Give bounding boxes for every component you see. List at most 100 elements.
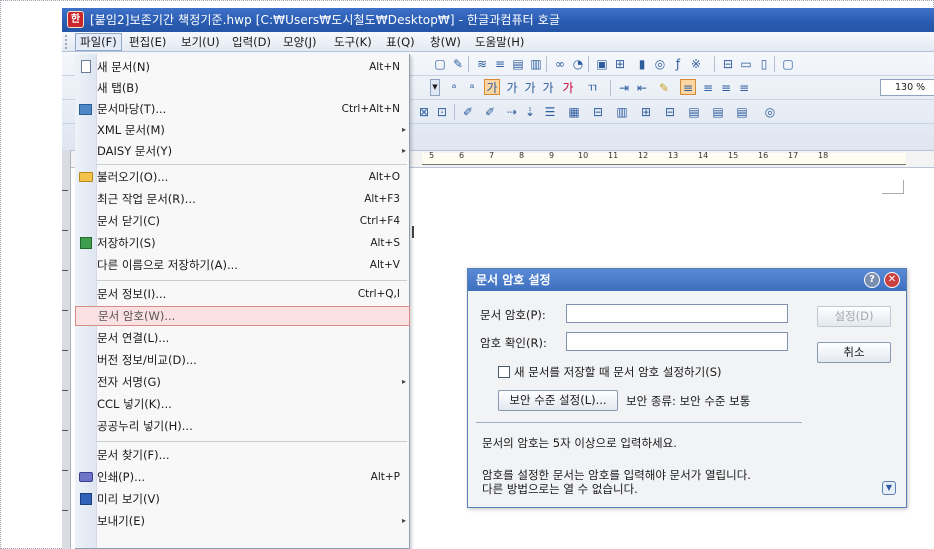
grid3-icon[interactable]: ▤ <box>734 104 750 120</box>
edit-icon[interactable]: ✎ <box>450 56 466 72</box>
set-password-on-save-checkbox[interactable] <box>498 366 510 378</box>
menu-item-document-link[interactable]: 문서 연결(L)... <box>75 328 410 348</box>
font-size-dropdown[interactable]: ▼ <box>430 79 440 96</box>
indent-icon[interactable]: ⇥ <box>616 80 632 96</box>
split-icon[interactable]: ⊟ <box>662 104 678 120</box>
menu-view[interactable]: 보기(U) <box>177 33 224 51</box>
menu-item-insert-ccl[interactable]: CCL 넣기(K)... <box>75 394 410 414</box>
menu-item-find-document[interactable]: 문서 찾기(F)... <box>75 445 410 465</box>
menu-window[interactable]: 창(W) <box>426 33 465 51</box>
cancel-button[interactable]: 취소 <box>817 342 891 363</box>
menu-tools[interactable]: 도구(K) <box>330 33 376 51</box>
outdent-icon[interactable]: ⇤ <box>634 80 650 96</box>
paragraph-icon[interactable]: ≡ <box>492 56 508 72</box>
menu-item-recent-documents[interactable]: 최근 작업 문서(R)... Alt+F3 <box>75 189 410 209</box>
set-button[interactable]: 설정(D) <box>817 306 891 327</box>
char-shape-icon[interactable]: ㄲ <box>584 80 600 96</box>
menu-item-new-document[interactable]: 새 문서(N) Alt+N <box>75 57 410 77</box>
menu-item-close-document[interactable]: 문서 닫기(C) Ctrl+F4 <box>75 211 410 231</box>
menu-item-templates[interactable]: 문서마당(T)... Ctrl+Alt+N <box>75 99 410 119</box>
style-icon[interactable]: ≋ <box>474 56 490 72</box>
menu-insert[interactable]: 입력(D) <box>228 33 275 51</box>
align-right-icon[interactable]: ≡ <box>736 80 752 96</box>
line-style-icon[interactable]: ☰ <box>542 104 558 120</box>
password-input[interactable] <box>566 304 788 323</box>
chart-icon[interactable]: ▮ <box>634 56 650 72</box>
frame-icon[interactable]: ▯ <box>756 56 772 72</box>
cell-icon[interactable]: ▥ <box>614 104 630 120</box>
dialog-title-bar[interactable]: 문서 암호 설정 ? ✕ <box>468 269 906 291</box>
eraser-icon[interactable]: ✐ <box>482 104 498 120</box>
help-icon[interactable]: ? <box>864 272 880 288</box>
formula-icon[interactable]: ƒ <box>670 56 686 72</box>
menu-item-insert-kogl[interactable]: 공공누리 넣기(H)... <box>75 416 410 436</box>
page-icon[interactable]: ▭ <box>738 56 754 72</box>
pen-icon[interactable]: ✐ <box>460 104 476 120</box>
confirm-password-input[interactable] <box>566 332 788 351</box>
menu-item-document-info[interactable]: 문서 정보(I)... Ctrl+Q,I <box>75 284 410 304</box>
expand-icon[interactable]: ⊡ <box>434 104 450 120</box>
menu-item-print-preview[interactable]: 미리 보기(V) <box>75 489 410 509</box>
menu-item-save[interactable]: 저장하기(S) Alt+S <box>75 233 410 253</box>
menu-item-print[interactable]: 인쇄(P)... Alt+P <box>75 467 410 487</box>
menu-help[interactable]: 도움말(H) <box>471 33 528 51</box>
font-size-increase-icon[interactable]: ᵃ <box>446 80 462 96</box>
align-left-icon[interactable]: ≡ <box>700 80 716 96</box>
menu-edit[interactable]: 편집(E) <box>125 33 170 51</box>
strikethrough-icon[interactable]: 가 <box>540 80 556 96</box>
menu-item-new-tab[interactable]: 새 탭(B) <box>75 78 410 98</box>
bookmark-icon[interactable]: ◔ <box>570 56 586 72</box>
hancom-app-icon[interactable]: 한 <box>67 11 84 28</box>
menu-table[interactable]: 표(Q) <box>382 33 419 51</box>
expand-options-icon[interactable]: ▼ <box>882 481 896 495</box>
menu-item-digital-signature[interactable]: 전자 서명(G) ▸ <box>75 372 410 392</box>
table-icon[interactable]: ⊞ <box>612 56 628 72</box>
columns-icon[interactable]: ▥ <box>528 56 544 72</box>
zoom-level-box[interactable]: 130 % <box>880 79 934 96</box>
menu-item-document-password[interactable]: 문서 암호(W)... <box>75 306 410 326</box>
highlight-icon[interactable]: ✎ <box>656 80 672 96</box>
monitor-icon[interactable]: ▢ <box>780 56 796 72</box>
toolbar-separator <box>714 56 715 72</box>
security-level-button[interactable]: 보안 수준 설정(L)... <box>498 390 618 411</box>
close-icon[interactable]: ✕ <box>884 272 900 288</box>
menu-format[interactable]: 모양(J) <box>279 33 321 51</box>
ruler-tick <box>62 310 68 311</box>
search-icon[interactable]: ◎ <box>762 104 778 120</box>
menu-item-xml-document[interactable]: XML 문서(M) ▸ <box>75 120 410 140</box>
grid-icon[interactable]: ▤ <box>686 104 702 120</box>
menu-item-save-as[interactable]: 다른 이름으로 저장하기(A)... Alt+V <box>75 255 410 275</box>
italic-icon[interactable]: 가 <box>504 80 520 96</box>
underline-icon[interactable]: 가 <box>522 80 538 96</box>
vertical-ruler[interactable] <box>62 150 71 549</box>
font-color-icon[interactable]: 가 <box>560 80 576 96</box>
align-justify-icon[interactable]: ≡ <box>680 79 696 95</box>
align-center-icon[interactable]: ≡ <box>718 80 734 96</box>
menu-item-daisy-document[interactable]: DAISY 문서(Y) ▸ <box>75 141 410 161</box>
insert-row-icon[interactable]: ⇢ <box>504 104 520 120</box>
menu-file[interactable]: 파일(F) <box>75 33 122 51</box>
symbol-icon[interactable]: ※ <box>688 56 704 72</box>
insert-column-icon[interactable]: ⇣ <box>522 104 538 120</box>
font-size-decrease-icon[interactable]: ᵃ <box>464 80 480 96</box>
picture-icon[interactable]: ▣ <box>594 56 610 72</box>
grid2-icon[interactable]: ▤ <box>710 104 726 120</box>
fill-icon[interactable]: ▦ <box>566 104 582 120</box>
menu-item-label: 문서 정보(I)... <box>97 287 167 301</box>
link-icon[interactable]: ∞ <box>552 56 568 72</box>
menubar-grip[interactable] <box>65 35 68 49</box>
bold-icon[interactable]: 가 <box>484 79 500 95</box>
menu-item-open[interactable]: 불러오기(O)... Alt+O <box>75 167 410 187</box>
menu-item-label: CCL 넣기(K)... <box>97 397 172 411</box>
border-icon[interactable]: ⊟ <box>590 104 606 120</box>
layout-icon[interactable]: ⊟ <box>720 56 736 72</box>
merge-icon[interactable]: ⊞ <box>638 104 654 120</box>
shape-icon[interactable]: ◎ <box>652 56 668 72</box>
new-icon[interactable]: ▢ <box>432 56 448 72</box>
save-icon <box>80 237 92 249</box>
menu-item-version-info[interactable]: 버전 정보/비교(D)... <box>75 350 410 370</box>
menu-item-send[interactable]: 보내기(E) ▸ <box>75 511 410 531</box>
menu-item-label: 다른 이름으로 저장하기(A)... <box>97 258 238 272</box>
format-icon[interactable]: ▤ <box>510 56 526 72</box>
shrink-icon[interactable]: ⊠ <box>416 104 432 120</box>
